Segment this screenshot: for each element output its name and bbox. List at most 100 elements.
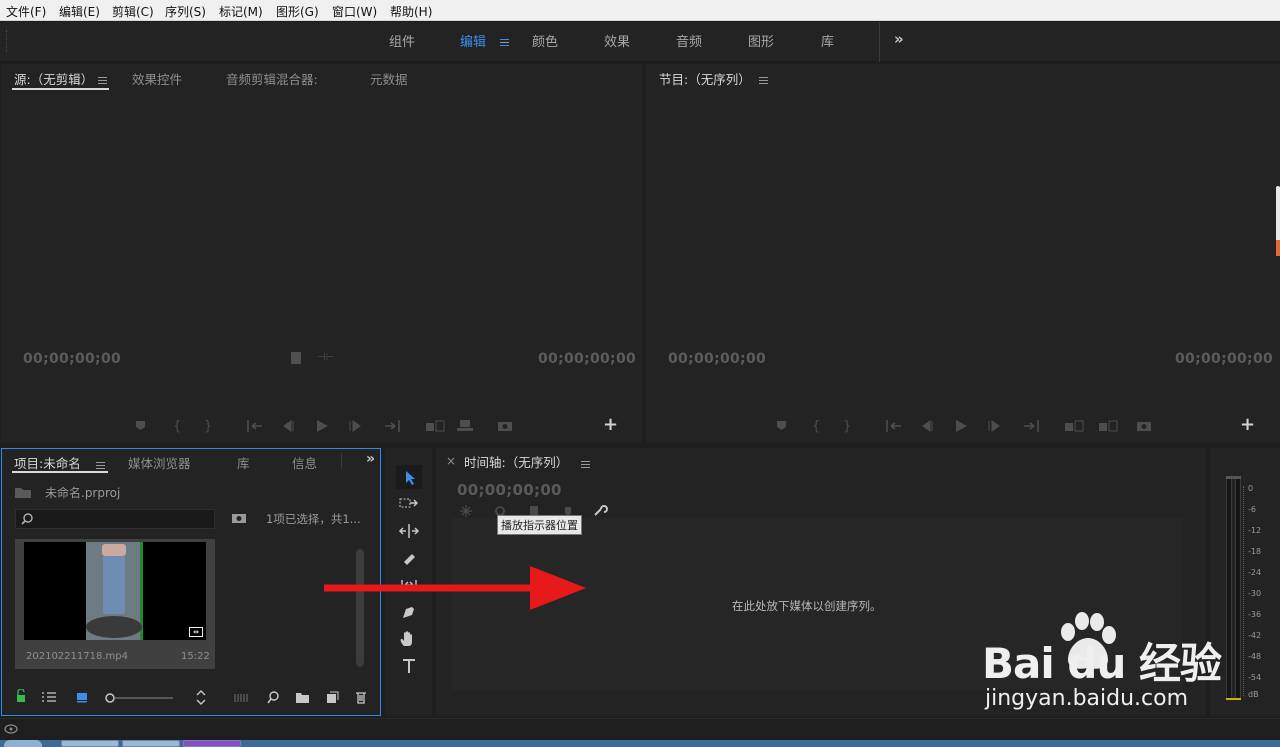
menu-markers[interactable]: 标记(M) [219, 3, 263, 20]
menu-help[interactable]: 帮助(H) [390, 3, 432, 20]
selection-tool-icon[interactable] [396, 465, 422, 489]
more-workspaces-icon[interactable]: » [894, 30, 904, 48]
drag-video-icon[interactable] [291, 352, 301, 364]
source-timecode-in[interactable]: 00;00;00;00 [23, 351, 121, 367]
active-tab-underline [12, 471, 108, 473]
workspace-tab-graphics[interactable]: 图形 [748, 31, 774, 50]
status-icon [4, 724, 18, 734]
person-jeans [103, 556, 125, 614]
tab-effect-controls[interactable]: 效果控件 [132, 69, 182, 88]
workspace-tab-color[interactable]: 颜色 [532, 31, 558, 50]
project-bottom-toolbar [17, 689, 366, 705]
program-monitor-panel: 节目:（无序列） 00;00;00;00 00;00;00;00 { } + [646, 64, 1280, 443]
source-monitor-panel: 源:（无剪辑） 效果控件 音频剪辑混合器: 元数据 00;00;00;00 ⊣⊢… [1, 64, 642, 443]
close-tab-icon[interactable]: × [446, 454, 456, 468]
workspace-tab-editing[interactable]: 编辑 [460, 31, 486, 50]
divider [879, 22, 880, 62]
meter-scale [1243, 486, 1245, 696]
orange-marker [1276, 240, 1280, 256]
search-input[interactable] [15, 509, 215, 529]
meter-label: -24 [1248, 568, 1262, 577]
clip-type-icon: ⇹ [189, 627, 203, 637]
menu-edit[interactable]: 编辑(E) [59, 3, 100, 20]
watermark-brand: Bai du 经验 [982, 639, 1222, 688]
drag-audio-icon[interactable]: ⊣⊢ [317, 352, 334, 363]
meter-label: 0 [1248, 484, 1254, 493]
clip-item[interactable]: ⇹ 202102211718.mp4 15:22 [15, 539, 215, 669]
clip-thumbnail: ⇹ [24, 542, 206, 640]
taskbar-item[interactable] [61, 740, 119, 747]
program-timecode-duration[interactable]: 00;00;00;00 [1175, 351, 1273, 367]
taskbar-item[interactable] [183, 740, 241, 747]
meter-label: -18 [1248, 547, 1262, 556]
timeline-panel-menu-icon[interactable] [581, 457, 590, 471]
meter-label: -48 [1248, 652, 1262, 661]
source-panel-menu-icon[interactable] [98, 73, 107, 87]
menu-bar: 文件(F) 编辑(E) 剪辑(C) 序列(S) 标记(M) 图形(G) 窗口(W… [0, 0, 1280, 21]
grip-handle[interactable] [6, 30, 9, 52]
source-timecode-duration[interactable]: 00;00;00;00 [538, 351, 636, 367]
meter-label: -6 [1248, 505, 1256, 514]
tab-source[interactable]: 源:（无剪辑） [14, 69, 93, 88]
search-icon [21, 513, 33, 525]
svg-text:}: } [843, 419, 851, 434]
workspace-tab-assembly[interactable]: 组件 [389, 31, 415, 50]
tab-timeline[interactable]: 时间轴:（无序列） [464, 452, 568, 471]
add-button-icon[interactable]: + [603, 414, 618, 435]
workspace-tab-audio[interactable]: 音频 [676, 31, 702, 50]
tab-info[interactable]: 信息 [292, 453, 317, 472]
workspace-bar: 组件 编辑 颜色 效果 音频 图形 库 » [0, 22, 1280, 62]
divider [341, 453, 342, 469]
annotation-arrow [324, 566, 586, 610]
menu-sequence[interactable]: 序列(S) [165, 3, 206, 20]
platform [86, 616, 142, 638]
clip-name: 202102211718.mp4 [26, 651, 128, 662]
svg-text:{: { [812, 419, 820, 434]
meter-label: dB [1248, 690, 1259, 699]
more-tabs-icon[interactable]: » [366, 451, 375, 467]
type-tool-icon[interactable] [396, 655, 422, 677]
taskbar-item[interactable] [122, 740, 180, 747]
active-tab-underline [12, 88, 109, 90]
tab-audio-clip-mixer[interactable]: 音频剪辑混合器: [226, 69, 318, 88]
track-select-tool-icon[interactable] [396, 493, 422, 515]
playhead-tooltip: 播放指示器位置 [497, 515, 582, 535]
selection-info: 1项已选择，共1... [266, 512, 361, 526]
source-transport-controls[interactable]: { } [133, 418, 633, 434]
program-transport-controls[interactable]: { } [774, 418, 1174, 434]
meter-label: -36 [1248, 610, 1262, 619]
workspace-tab-libraries[interactable]: 库 [821, 31, 834, 50]
program-panel-menu-icon[interactable] [759, 73, 768, 87]
meter-label: -54 [1248, 673, 1262, 682]
svg-text:}: } [204, 419, 212, 434]
timeline-timecode[interactable]: 00;00;00;00 [457, 481, 562, 499]
ripple-edit-tool-icon[interactable] [396, 520, 422, 542]
menu-clip[interactable]: 剪辑(C) [112, 3, 154, 20]
project-file-name: 未命名.prproj [45, 486, 121, 500]
menu-graphics[interactable]: 图形(G) [276, 3, 319, 20]
meter-label: -42 [1248, 631, 1262, 640]
program-timecode[interactable]: 00;00;00;00 [668, 351, 766, 367]
clip-duration: 15:22 [181, 651, 210, 662]
find-bin-icon[interactable] [231, 512, 247, 524]
tab-project[interactable]: 项目:未命名 [14, 453, 81, 472]
person-top [102, 544, 126, 556]
svg-text:{: { [173, 419, 181, 434]
tab-metadata[interactable]: 元数据 [370, 69, 408, 88]
workspace-menu-icon[interactable] [500, 35, 509, 49]
tab-program[interactable]: 节目:（无序列） [659, 69, 751, 88]
meter-label: -12 [1248, 526, 1262, 535]
workspace-tab-effects[interactable]: 效果 [604, 31, 630, 50]
add-button-icon[interactable]: + [1240, 414, 1255, 435]
empty-timeline-message: 在此处放下媒体以创建序列。 [732, 599, 882, 613]
tab-libraries[interactable]: 库 [237, 453, 250, 472]
project-panel-menu-icon[interactable] [96, 458, 105, 472]
meter-clip-indicator [1226, 476, 1241, 479]
start-button-icon[interactable] [4, 740, 42, 747]
tab-media-browser[interactable]: 媒体浏览器 [128, 453, 191, 472]
watermark-url: jingyan.baidu.com [985, 686, 1189, 711]
hand-tool-icon[interactable] [396, 628, 422, 650]
folder-icon [15, 488, 31, 498]
menu-window[interactable]: 窗口(W) [332, 3, 377, 20]
menu-file[interactable]: 文件(F) [6, 3, 46, 20]
